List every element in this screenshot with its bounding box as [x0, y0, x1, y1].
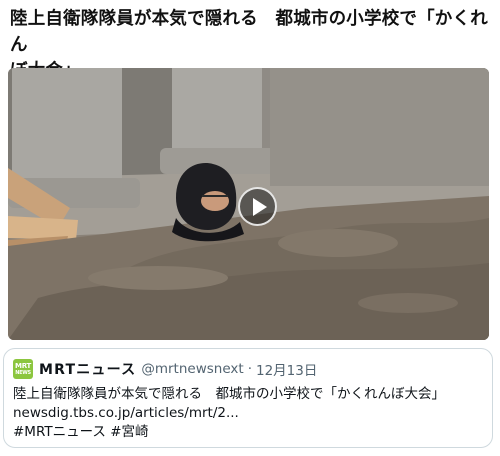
hashtag-mrt-news[interactable]: #MRTニュース — [13, 424, 106, 440]
avatar[interactable]: MRT NEWS — [13, 359, 33, 379]
separator-dot: · — [247, 361, 252, 377]
display-name[interactable]: MRTニュース — [39, 359, 136, 379]
quoted-post-header: MRT NEWS MRTニュース @mrtnewsnext · 12月13日 — [13, 359, 317, 379]
quoted-post-card[interactable]: MRT NEWS MRTニュース @mrtnewsnext · 12月13日 陸… — [3, 348, 493, 448]
play-button[interactable] — [238, 187, 277, 226]
post-container: 陸上自衛隊隊員が本気で隠れる 都城市の小学校で「かくれん ぼ大会」 — [0, 0, 500, 456]
hashtag-miyazaki[interactable]: #宮崎 — [110, 424, 148, 440]
play-icon — [252, 197, 267, 216]
avatar-text-bottom: NEWS — [15, 369, 31, 376]
post-date[interactable]: 12月13日 — [256, 359, 317, 379]
headline-line-1: 陸上自衛隊隊員が本気で隠れる 都城市の小学校で「かくれん — [10, 9, 488, 55]
quoted-post-text: 陸上自衛隊隊員が本気で隠れる 都城市の小学校で「かくれんぼ大会」 — [13, 386, 445, 402]
user-handle[interactable]: @mrtnewsnext — [141, 361, 243, 377]
avatar-text-top: MRT — [15, 361, 31, 370]
video-player[interactable] — [8, 68, 489, 340]
article-link[interactable]: newsdig.tbs.co.jp/articles/mrt/2... — [13, 405, 239, 421]
hashtags: #MRTニュース #宮崎 — [13, 423, 483, 442]
